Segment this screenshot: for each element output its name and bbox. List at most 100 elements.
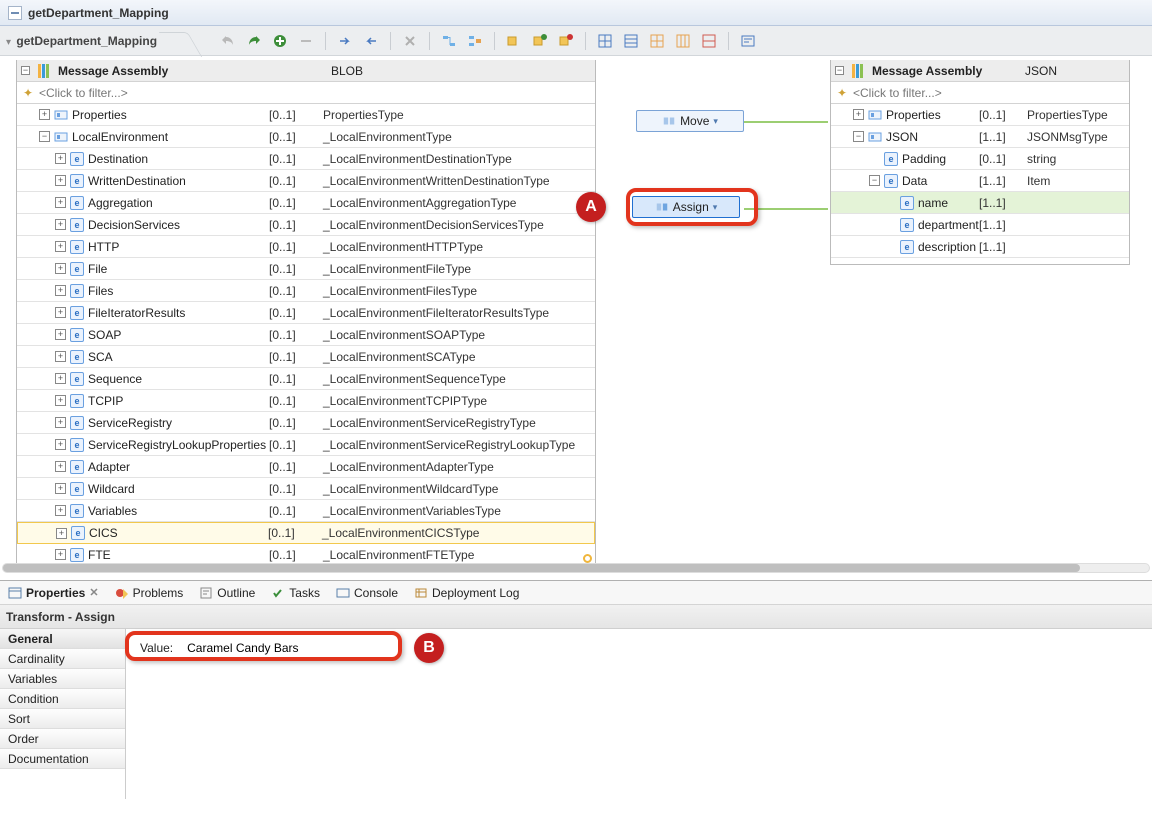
row-type: _LocalEnvironmentAdapterType [315,460,595,474]
view-tab-properties[interactable]: Properties✕ [6,583,101,603]
move-transform[interactable]: Move ▾ [636,110,744,132]
view-tab-problems[interactable]: Problems [113,583,186,603]
expander-icon[interactable]: + [55,241,66,252]
collapse-icon[interactable]: − [835,66,844,75]
expander-icon[interactable]: + [39,109,50,120]
expander-icon[interactable]: + [55,351,66,362]
expander-icon[interactable]: + [55,285,66,296]
tree-row[interactable]: +eFiles [0..1] _LocalEnvironmentFilesTyp… [17,280,595,302]
redo-button[interactable] [245,32,263,50]
collapse-icon[interactable]: − [21,66,30,75]
properties-main: Value: B [126,629,1152,799]
expander-icon[interactable]: + [55,329,66,340]
tree-row[interactable]: +eAggregation [0..1] _LocalEnvironmentAg… [17,192,595,214]
expander-icon[interactable]: + [56,528,67,539]
tree-row[interactable]: −LocalEnvironment [0..1] _LocalEnvironme… [17,126,595,148]
tree-row[interactable]: +eSequence [0..1] _LocalEnvironmentSeque… [17,368,595,390]
tree-row[interactable]: +eServiceRegistry [0..1] _LocalEnvironme… [17,412,595,434]
auto-map-button[interactable] [440,32,458,50]
dropdown-icon[interactable]: ▾ [713,116,718,127]
row-type: _LocalEnvironmentAggregationType [315,196,595,210]
tree-row[interactable]: ePadding [0..1] string [831,148,1129,170]
delete-transform-button[interactable] [297,32,315,50]
tree-row[interactable]: +eServiceRegistryLookupProperties [0..1]… [17,434,595,456]
props-side-documentation[interactable]: Documentation [0,749,125,769]
row-type: _LocalEnvironmentCICSType [314,526,594,540]
tree-row[interactable]: −eData [1..1] Item [831,170,1129,192]
row-cardinality: [0..1] [269,438,315,452]
expander-icon[interactable]: + [55,307,66,318]
add-cast-button[interactable] [531,32,549,50]
tree-row[interactable]: +eWildcard [0..1] _LocalEnvironmentWildc… [17,478,595,500]
options-button[interactable] [739,32,757,50]
expander-icon[interactable]: + [853,109,864,120]
undo-button[interactable] [219,32,237,50]
expander-icon[interactable]: + [55,175,66,186]
close-icon[interactable]: ✕ [89,586,98,599]
expander-icon[interactable]: − [853,131,864,142]
expander-icon[interactable]: + [55,483,66,494]
props-side-order[interactable]: Order [0,729,125,749]
tree-row[interactable]: +eDecisionServices [0..1] _LocalEnvironm… [17,214,595,236]
tree-row[interactable]: +eVariables [0..1] _LocalEnvironmentVari… [17,500,595,522]
map-source-button[interactable] [336,32,354,50]
expander-icon[interactable]: + [55,395,66,406]
tree-row[interactable]: +eTCPIP [0..1] _LocalEnvironmentTCPIPTyp… [17,390,595,412]
expander-icon[interactable]: − [869,175,880,186]
map-target-button[interactable] [362,32,380,50]
view-tab-console[interactable]: Console [334,583,400,603]
view-tab-outline[interactable]: Outline [197,583,257,603]
breadcrumb[interactable]: ▾ getDepartment_Mapping [6,34,195,48]
tree-row[interactable]: +Properties [0..1] PropertiesType [17,104,595,126]
row-cardinality: [0..1] [269,482,315,496]
tree-row[interactable]: +eCICS [0..1] _LocalEnvironmentCICSType [17,522,595,544]
expander-icon[interactable]: + [55,219,66,230]
props-side-cardinality[interactable]: Cardinality [0,649,125,669]
props-side-condition[interactable]: Condition [0,689,125,709]
tree-row[interactable]: +eHTTP [0..1] _LocalEnvironmentHTTPType [17,236,595,258]
expander-icon[interactable]: + [55,461,66,472]
grid-3-button[interactable] [648,32,666,50]
tree-row[interactable]: +eDestination [0..1] _LocalEnvironmentDe… [17,148,595,170]
element-icon: e [70,548,84,562]
add-transform-button[interactable] [271,32,289,50]
expander-icon[interactable]: + [55,197,66,208]
tree-row[interactable]: +eSOAP [0..1] _LocalEnvironmentSOAPType [17,324,595,346]
add-user-defined-button[interactable] [505,32,523,50]
delete-button[interactable] [401,32,419,50]
tree-row[interactable]: edepartment [1..1] [831,214,1129,236]
props-side-general[interactable]: General [0,629,125,649]
tree-row[interactable]: ename [1..1] [831,192,1129,214]
tree-row[interactable]: +eSCA [0..1] _LocalEnvironmentSCAType [17,346,595,368]
tree-row[interactable]: +Properties [0..1] PropertiesType [831,104,1129,126]
tree-row[interactable]: +eFileIteratorResults [0..1] _LocalEnvir… [17,302,595,324]
element-icon: e [70,394,84,408]
view-tab-deployment-log[interactable]: Deployment Log [412,583,521,603]
grid-2-button[interactable] [622,32,640,50]
expander-icon[interactable]: + [55,153,66,164]
expander-icon[interactable]: + [55,373,66,384]
tree-row[interactable]: +eWrittenDestination [0..1] _LocalEnviro… [17,170,595,192]
source-filter-row[interactable]: ✦ <Click to filter...> [17,82,595,104]
props-side-variables[interactable]: Variables [0,669,125,689]
tree-row[interactable]: +eFile [0..1] _LocalEnvironmentFileType [17,258,595,280]
grid-4-button[interactable] [674,32,692,50]
expander-icon[interactable]: + [55,549,66,560]
tree-row[interactable]: edescription [1..1] [831,236,1129,258]
grid-5-button[interactable] [700,32,718,50]
tree-row[interactable]: −JSON [1..1] JSONMsgType [831,126,1129,148]
source-filter-label: <Click to filter...> [39,86,128,100]
grid-1-button[interactable] [596,32,614,50]
view-tab-tasks[interactable]: Tasks [269,583,322,603]
expander-icon[interactable]: − [39,131,50,142]
expander-icon[interactable]: + [55,263,66,274]
props-side-sort[interactable]: Sort [0,709,125,729]
horizontal-scrollbar[interactable] [2,563,1150,577]
expander-icon[interactable]: + [55,505,66,516]
auto-map-exact-button[interactable] [466,32,484,50]
remove-cast-button[interactable] [557,32,575,50]
expander-icon[interactable]: + [55,439,66,450]
target-filter-row[interactable]: ✦ <Click to filter...> [831,82,1129,104]
expander-icon[interactable]: + [55,417,66,428]
tree-row[interactable]: +eAdapter [0..1] _LocalEnvironmentAdapte… [17,456,595,478]
